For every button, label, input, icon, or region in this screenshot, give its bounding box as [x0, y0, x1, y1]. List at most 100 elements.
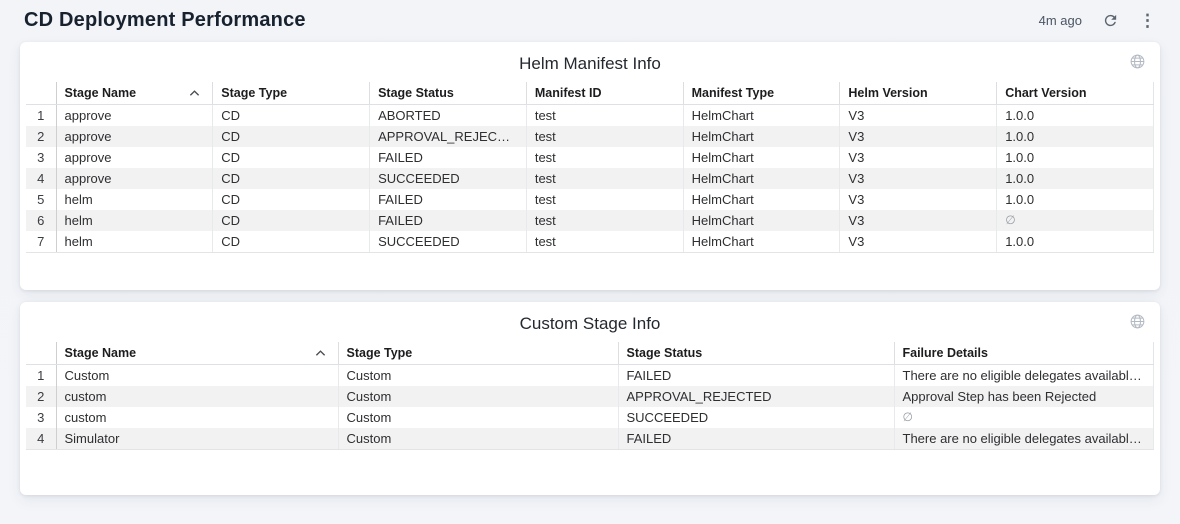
sort-ascending-icon [315, 349, 326, 357]
column-header-label: Stage Name [65, 86, 137, 100]
row-number: 5 [26, 189, 56, 210]
globe-button[interactable] [1127, 311, 1148, 335]
cell: ∅ [997, 210, 1154, 231]
cell: Custom [338, 386, 618, 407]
cell: 1.0.0 [997, 231, 1154, 253]
cell: FAILED [618, 365, 894, 387]
sort-ascending-icon [189, 89, 200, 97]
column-header-label: Manifest ID [535, 86, 602, 100]
column-header-stage-status[interactable]: Stage Status [618, 342, 894, 365]
column-header-label: Manifest Type [692, 86, 774, 100]
cell: test [526, 105, 683, 127]
header-row: Stage Name Stage Type Stage Status Failure … [26, 342, 1154, 365]
cell: There are no eligible delegates availabl… [894, 365, 1154, 387]
cell: CD [213, 105, 370, 127]
cell: SUCCEEDED [618, 407, 894, 428]
panel-title-custom-stage-info: Custom Stage Info [20, 302, 1160, 342]
cell: FAILED [618, 428, 894, 450]
cell: HelmChart [683, 210, 840, 231]
cell: Custom [338, 407, 618, 428]
cell: approve [56, 168, 213, 189]
cell: V3 [840, 210, 997, 231]
cell: SUCCEEDED [370, 168, 527, 189]
cell: 1.0.0 [997, 126, 1154, 147]
table-row: 1approveCDABORTEDtestHelmChartV31.0.0 [26, 105, 1154, 127]
cell: HelmChart [683, 147, 840, 168]
cell: test [526, 126, 683, 147]
cell: custom [56, 386, 338, 407]
column-header-label: Stage Type [347, 346, 413, 360]
row-number: 2 [26, 386, 56, 407]
column-header-stage-name[interactable]: Stage Name [56, 82, 213, 105]
cell: Simulator [56, 428, 338, 450]
column-header-manifest-id[interactable]: Manifest ID [526, 82, 683, 105]
table-row: 2approveCDAPPROVAL_REJECTEDtestHelmChart… [26, 126, 1154, 147]
column-header-label: Stage Type [221, 86, 287, 100]
refresh-button[interactable] [1102, 12, 1119, 29]
cell: There are no eligible delegates availabl… [894, 428, 1154, 450]
cell: Custom [338, 365, 618, 387]
column-header-chart-version[interactable]: Chart Version [997, 82, 1154, 105]
globe-icon [1129, 53, 1146, 70]
cell: V3 [840, 189, 997, 210]
cell: V3 [840, 105, 997, 127]
table-row: 4SimulatorCustomFAILEDThere are no eligi… [26, 428, 1154, 450]
globe-button[interactable] [1127, 51, 1148, 75]
table-row: 2customCustomAPPROVAL_REJECTEDApproval S… [26, 386, 1154, 407]
row-number: 3 [26, 407, 56, 428]
cell: HelmChart [683, 105, 840, 127]
cell: Custom [56, 365, 338, 387]
table-row: 7helmCDSUCCEEDEDtestHelmChartV31.0.0 [26, 231, 1154, 253]
cell: 1.0.0 [997, 189, 1154, 210]
cell: CD [213, 189, 370, 210]
row-number: 2 [26, 126, 56, 147]
globe-icon [1129, 313, 1146, 330]
cell: test [526, 210, 683, 231]
table-row: 1CustomCustomFAILEDThere are no eligible… [26, 365, 1154, 387]
cell: V3 [840, 147, 997, 168]
cell: test [526, 189, 683, 210]
cell: 1.0.0 [997, 105, 1154, 127]
more-options-button[interactable]: ⋮ [1139, 12, 1156, 29]
cell: 1.0.0 [997, 168, 1154, 189]
cell: custom [56, 407, 338, 428]
table-row: 3approveCDFAILEDtestHelmChartV31.0.0 [26, 147, 1154, 168]
column-header-stage-status[interactable]: Stage Status [370, 82, 527, 105]
cell: approve [56, 147, 213, 168]
row-number-header [26, 82, 56, 105]
row-number: 1 [26, 105, 56, 127]
panel-custom-stage-info: Custom Stage Info Stage NameStage TypeSt… [20, 302, 1160, 495]
column-header-helm-version[interactable]: Helm Version [840, 82, 997, 105]
column-header-stage-type[interactable]: Stage Type [213, 82, 370, 105]
cell: HelmChart [683, 189, 840, 210]
cell: HelmChart [683, 231, 840, 253]
cell: test [526, 147, 683, 168]
cell: 1.0.0 [997, 147, 1154, 168]
table-row: 5helmCDFAILEDtestHelmChartV31.0.0 [26, 189, 1154, 210]
table-row: 3customCustomSUCCEEDED∅ [26, 407, 1154, 428]
cell: APPROVAL_REJECTED [370, 126, 527, 147]
row-number-header [26, 342, 56, 365]
column-header-stage-name[interactable]: Stage Name [56, 342, 338, 365]
cell: APPROVAL_REJECTED [618, 386, 894, 407]
column-header-manifest-type[interactable]: Manifest Type [683, 82, 840, 105]
last-updated-label: 4m ago [1039, 13, 1082, 28]
header-actions: 4m ago ⋮ [1039, 12, 1156, 29]
cell: V3 [840, 231, 997, 253]
cell: CD [213, 168, 370, 189]
cell: HelmChart [683, 168, 840, 189]
column-header-label: Failure Details [903, 346, 988, 360]
custom-stage-table: Stage Name Stage Type Stage Status Failure … [26, 342, 1154, 450]
cell: FAILED [370, 210, 527, 231]
cell: FAILED [370, 189, 527, 210]
cell: CD [213, 126, 370, 147]
cell: CD [213, 231, 370, 253]
helm-manifest-table: Stage Name Stage Type Stage Status Manifest… [26, 82, 1154, 253]
row-number: 1 [26, 365, 56, 387]
column-header-stage-type[interactable]: Stage Type [338, 342, 618, 365]
row-number: 4 [26, 168, 56, 189]
refresh-icon [1102, 12, 1119, 29]
row-number: 4 [26, 428, 56, 450]
column-header-failure-details[interactable]: Failure Details [894, 342, 1154, 365]
cell: FAILED [370, 147, 527, 168]
